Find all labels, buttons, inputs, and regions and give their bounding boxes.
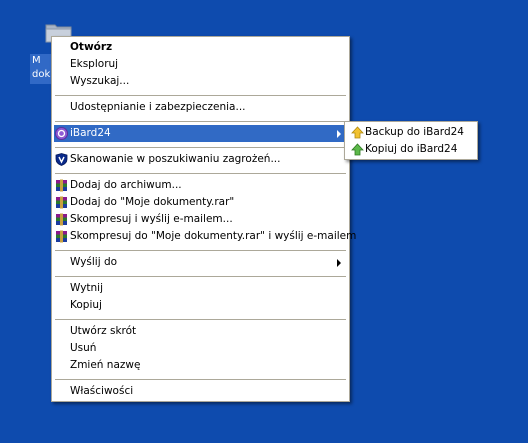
menu-separator (55, 121, 346, 122)
ibard24-submenu: Backup do iBard24 Kopiuj do iBard24 (344, 121, 478, 160)
menu-item-explore[interactable]: Eksploruj (54, 56, 347, 73)
menu-item-compress-email[interactable]: Skompresuj i wyślij e-mailem... (54, 211, 347, 228)
menu-separator (55, 95, 346, 96)
menu-separator (55, 173, 346, 174)
menu-separator (55, 250, 346, 251)
menu-separator (55, 276, 346, 277)
context-menu: Otwórz Eksploruj Wyszukaj... Udostępnian… (51, 36, 356, 402)
menu-separator (55, 379, 346, 380)
menu-item-label: Eksploruj (70, 58, 119, 70)
menu-item-create-shortcut[interactable]: Utwórz skrót (54, 323, 347, 340)
menu-item-rename[interactable]: Zmień nazwę (54, 357, 347, 374)
menu-item-label: Skanowanie w poszukiwaniu zagrożeń... (70, 153, 281, 165)
menu-item-label: Zmień nazwę (70, 359, 141, 371)
menu-item-label: Udostępnianie i zabezpieczenia... (70, 101, 246, 113)
menu-separator (55, 147, 346, 148)
menu-item-label: Wytnij (70, 282, 104, 294)
menu-item-delete[interactable]: Usuń (54, 340, 347, 357)
menu-item-add-to-rar[interactable]: Dodaj do "Moje dokumenty.rar" (54, 194, 347, 211)
menu-item-cut[interactable]: Wytnij (54, 280, 347, 297)
submenu-item-copy[interactable]: Kopiuj do iBard24 (347, 141, 475, 158)
arrow-up-yellow-icon (351, 126, 364, 139)
winrar-icon (56, 196, 67, 209)
menu-item-compress-rar-email[interactable]: Skompresuj do "Moje dokumenty.rar" i wyś… (54, 228, 356, 245)
winrar-icon (56, 213, 67, 226)
menu-item-label: Skompresuj i wyślij e-mailem... (70, 213, 233, 225)
submenu-arrow-icon (337, 259, 341, 267)
menu-item-label: Właściwości (70, 385, 134, 397)
submenu-item-label: Kopiuj do iBard24 (365, 143, 458, 155)
menu-item-label: Dodaj do "Moje dokumenty.rar" (70, 196, 235, 208)
menu-item-label: iBard24 (70, 127, 111, 139)
desktop-icon-label: M dok (30, 54, 52, 84)
menu-item-label: Utwórz skrót (70, 325, 137, 337)
ibard-icon (55, 127, 68, 140)
menu-item-copy[interactable]: Kopiuj (54, 297, 347, 314)
menu-item-label: Skompresuj do "Moje dokumenty.rar" i wyś… (70, 230, 357, 242)
menu-item-properties[interactable]: Właściwości (54, 383, 347, 400)
menu-item-scan-threats[interactable]: Skanowanie w poszukiwaniu zagrożeń... (54, 151, 347, 168)
submenu-item-backup[interactable]: Backup do iBard24 (347, 124, 475, 141)
menu-item-search[interactable]: Wyszukaj... (54, 73, 347, 90)
menu-item-ibard24[interactable]: iBard24 (54, 125, 347, 142)
menu-item-label: Wyszukaj... (70, 75, 130, 87)
icon-label-line1: M (32, 55, 41, 66)
winrar-icon (56, 179, 67, 192)
menu-item-label: Otwórz (70, 41, 113, 53)
winrar-icon (56, 230, 67, 243)
menu-item-label: Usuń (70, 342, 97, 354)
menu-item-add-to-archive[interactable]: Dodaj do archiwum... (54, 177, 347, 194)
icon-label-line2: dok (32, 69, 51, 80)
menu-item-open[interactable]: Otwórz (54, 39, 347, 56)
menu-item-send-to[interactable]: Wyślij do (54, 254, 347, 271)
shield-icon (55, 153, 68, 166)
menu-item-sharing-security[interactable]: Udostępnianie i zabezpieczenia... (54, 99, 347, 116)
arrow-up-green-icon (351, 143, 364, 156)
submenu-arrow-icon (337, 130, 341, 138)
menu-item-label: Kopiuj (70, 299, 102, 311)
menu-item-label: Dodaj do archiwum... (70, 179, 182, 191)
menu-separator (55, 319, 346, 320)
menu-item-label: Wyślij do (70, 256, 118, 268)
submenu-item-label: Backup do iBard24 (365, 126, 464, 138)
